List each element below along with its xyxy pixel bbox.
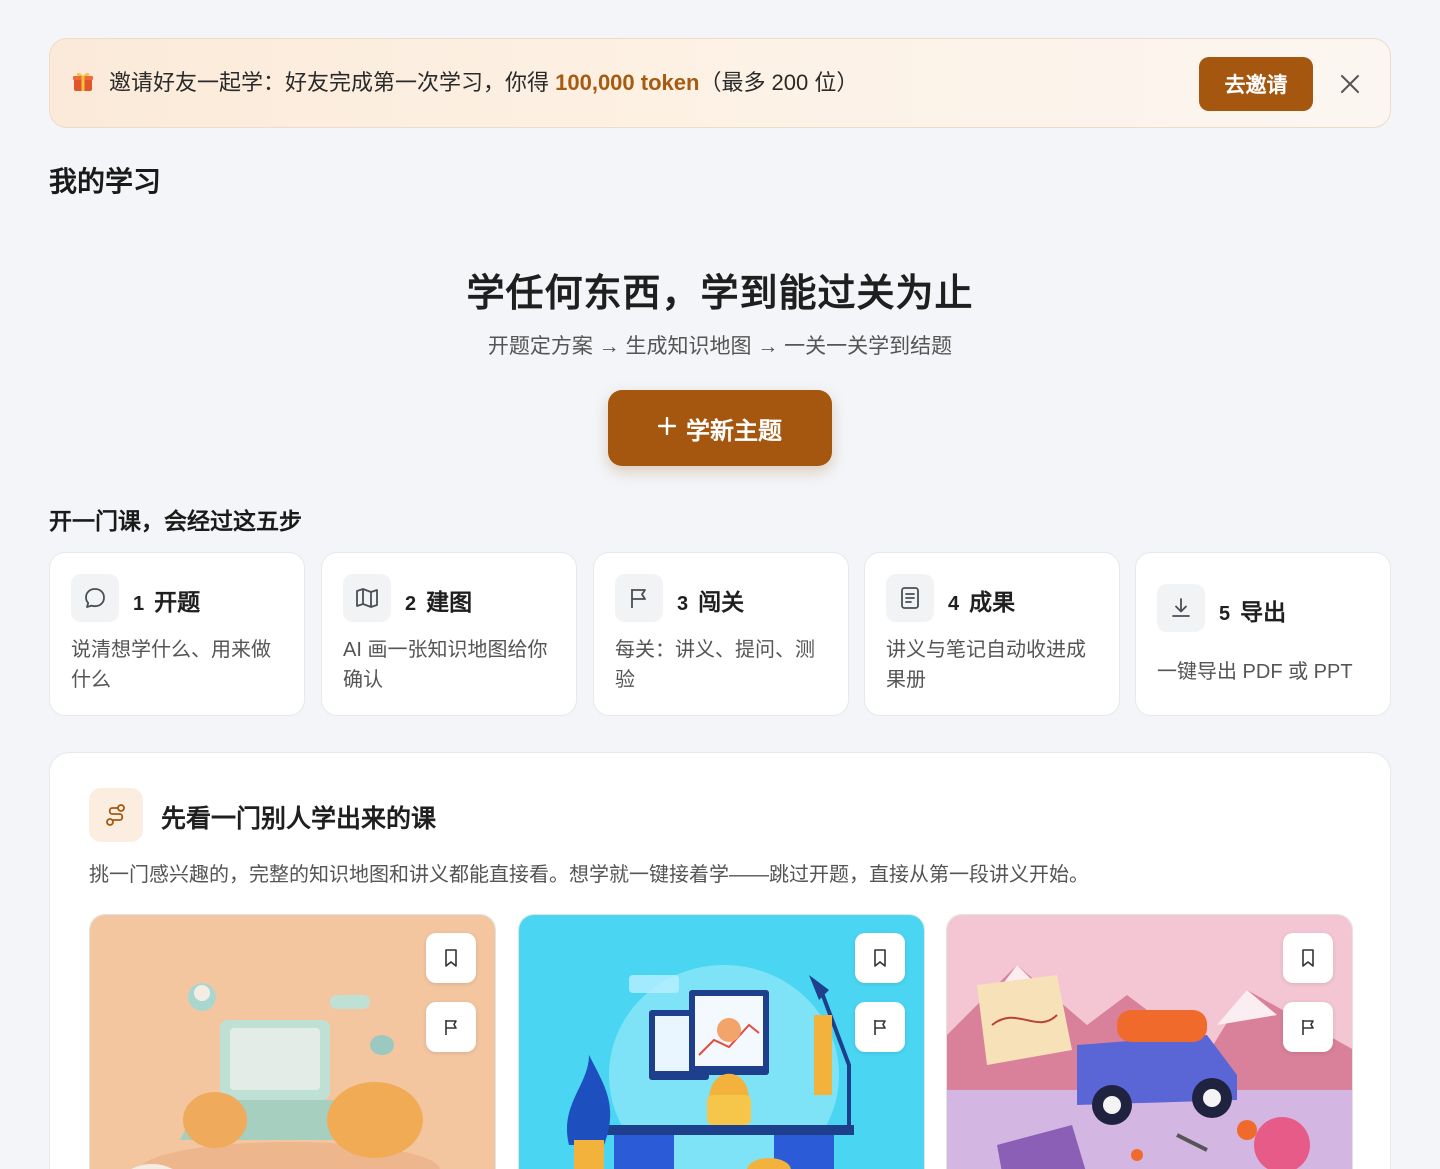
sample-course-panel: 先看一门别人学出来的课 挑一门感兴趣的，完整的知识地图和讲义都能直接看。想学就一… bbox=[49, 752, 1391, 1169]
step-description: 说清想学什么、用来做什么 bbox=[71, 639, 271, 691]
route-icon bbox=[89, 788, 143, 842]
bookmark-icon[interactable] bbox=[1283, 933, 1333, 983]
new-topic-label: 学新主题 bbox=[686, 417, 782, 445]
hero-title: 学任何东西，学到能过关为止 bbox=[466, 273, 974, 315]
step-title: 4 成果 bbox=[948, 589, 1016, 615]
sample-course-title: 先看一门别人学出来的课 bbox=[161, 805, 437, 833]
step-title: 1 开题 bbox=[133, 589, 201, 615]
invite-text-suffix: （最多 200 位） bbox=[699, 70, 859, 95]
course-card[interactable] bbox=[89, 914, 496, 1169]
plus-icon bbox=[657, 414, 677, 442]
page: 邀请好友一起学：好友完成第一次学习，你得 100,000 token（最多 20… bbox=[0, 0, 1440, 1169]
step-card-5: 5 导出 一键导出 PDF 或 PPT bbox=[1135, 552, 1391, 716]
step-description: 每关：讲义、提问、测验 bbox=[615, 639, 815, 691]
step-card-3: 3 闯关 每关：讲义、提问、测验 bbox=[593, 552, 849, 716]
map-icon bbox=[343, 574, 391, 622]
step-description: 一键导出 PDF 或 PPT bbox=[1157, 661, 1353, 683]
step-title: 2 建图 bbox=[405, 589, 473, 615]
step-description: AI 画一张知识地图给你确认 bbox=[343, 639, 548, 691]
invite-message: 邀请好友一起学：好友完成第一次学习，你得 100,000 token（最多 20… bbox=[109, 68, 858, 98]
bookmark-icon[interactable] bbox=[855, 933, 905, 983]
chat-bubble-icon bbox=[71, 574, 119, 622]
new-topic-button[interactable]: 学新主题 bbox=[608, 390, 832, 466]
close-icon[interactable] bbox=[1333, 67, 1367, 101]
invite-button[interactable]: 去邀请 bbox=[1199, 57, 1313, 111]
course-card[interactable] bbox=[518, 914, 925, 1169]
section-title: 我的学习 bbox=[49, 166, 162, 197]
gift-icon bbox=[72, 70, 94, 92]
flag-icon[interactable] bbox=[1283, 1002, 1333, 1052]
flag-icon[interactable] bbox=[426, 1002, 476, 1052]
sample-course-description: 挑一门感兴趣的，完整的知识地图和讲义都能直接看。想学就一键接着学——跳过开题，直… bbox=[89, 864, 1089, 886]
download-icon bbox=[1157, 584, 1205, 632]
step-description: 讲义与笔记自动收进成果册 bbox=[886, 639, 1086, 691]
step-card-2: 2 建图 AI 画一张知识地图给你确认 bbox=[321, 552, 577, 716]
flag-icon bbox=[615, 574, 663, 622]
bookmark-icon[interactable] bbox=[426, 933, 476, 983]
step-card-1: 1 开题 说清想学什么、用来做什么 bbox=[49, 552, 305, 716]
course-card[interactable] bbox=[946, 914, 1353, 1169]
invite-text-prefix: 邀请好友一起学：好友完成第一次学习，你得 bbox=[109, 70, 556, 95]
steps-heading: 开一门课，会经过这五步 bbox=[49, 508, 302, 534]
step-card-4: 4 成果 讲义与笔记自动收进成果册 bbox=[864, 552, 1120, 716]
step-title: 3 闯关 bbox=[677, 589, 745, 615]
invite-reward: 100,000 token bbox=[555, 70, 700, 95]
hero-subtitle: 开题定方案 → 生成知识地图 → 一关一关学到结题 bbox=[487, 335, 953, 358]
step-title: 5 导出 bbox=[1219, 599, 1287, 625]
document-icon bbox=[886, 574, 934, 622]
flag-icon[interactable] bbox=[855, 1002, 905, 1052]
